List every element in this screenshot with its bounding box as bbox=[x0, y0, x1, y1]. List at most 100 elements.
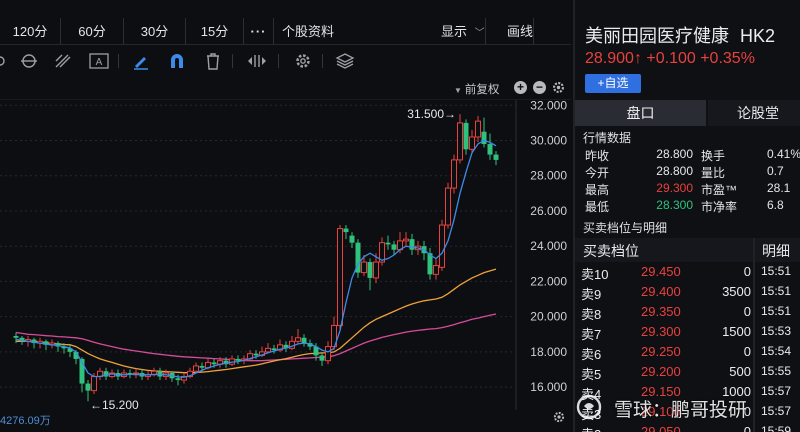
max-price-label: 31.500→ bbox=[407, 107, 456, 121]
tab-120min[interactable]: 120分 bbox=[0, 17, 61, 45]
chart-subbar: ▼ 前复权 + − bbox=[0, 76, 571, 100]
text-tool-icon[interactable]: A bbox=[88, 51, 110, 71]
more-periods-button[interactable]: ··· bbox=[244, 17, 274, 45]
y-tick-label: 24.000 bbox=[530, 239, 567, 253]
trade-time: 15:51 bbox=[761, 284, 792, 298]
y-tick-label: 30.000 bbox=[530, 134, 567, 148]
level-price: 29.250 bbox=[641, 344, 681, 359]
candle-body bbox=[493, 154, 499, 160]
orderbook-divider bbox=[753, 238, 755, 432]
tab-30min[interactable]: 30分 bbox=[124, 17, 186, 45]
period-tab-bar: 120分 60分 30分 15分 ··· 个股资料 显示 ﹀ 画线 bbox=[0, 17, 571, 45]
kline-chart[interactable]: 32.000 30.000 28.000 26.000 24.000 22.000 20.0… bbox=[0, 100, 571, 410]
level-volume: 3500 bbox=[722, 284, 751, 299]
candle-body bbox=[487, 144, 493, 155]
candle-body bbox=[343, 228, 349, 233]
stat-label: 市盈™ bbox=[701, 183, 738, 197]
level-label: 卖5 bbox=[581, 367, 602, 382]
min-price-label: ←15.200 bbox=[90, 398, 139, 410]
orderbook-section-title: 买卖档位与明细 bbox=[583, 221, 668, 235]
candle-body bbox=[193, 365, 199, 372]
level-label: 卖9 bbox=[581, 287, 602, 302]
trade-time: 15:55 bbox=[761, 364, 792, 378]
layers-icon[interactable] bbox=[334, 51, 356, 71]
candle-body bbox=[367, 262, 373, 278]
stat-label: 最高 bbox=[585, 183, 610, 197]
trade-time: 15:51 bbox=[761, 264, 792, 278]
candle-body bbox=[85, 383, 91, 391]
display-label: 显示 bbox=[441, 24, 468, 39]
toolbar-divider bbox=[232, 54, 233, 68]
quote-panel: 美丽田园医疗健康 HK2 28.900↑ +0.100 +0.35% +自选 盘… bbox=[573, 0, 800, 432]
tab-stock-profile[interactable]: 个股资料 bbox=[274, 18, 342, 45]
stat-value: 28.300 bbox=[656, 198, 693, 212]
candle-body bbox=[457, 122, 463, 161]
expand-tool-icon[interactable] bbox=[246, 51, 268, 71]
level-price: 29.300 bbox=[641, 324, 681, 339]
stock-name: 美丽田园医疗健康 bbox=[585, 26, 729, 46]
orderbook-row: 卖10 29.450 0 15:51 bbox=[575, 262, 800, 282]
level-volume: 0 bbox=[743, 264, 751, 279]
candle-body bbox=[211, 362, 217, 365]
volume-settings-gear-icon[interactable] bbox=[552, 410, 566, 424]
level-price: 29.450 bbox=[641, 264, 681, 279]
pen-tool-icon[interactable] bbox=[130, 51, 152, 71]
toolbar-divider bbox=[322, 54, 323, 68]
fork-tool-icon[interactable] bbox=[52, 51, 74, 71]
orderbook-row: 卖7 29.300 1500 15:53 bbox=[575, 322, 800, 342]
magnet-tool-icon[interactable] bbox=[166, 51, 188, 71]
candle-body bbox=[409, 239, 415, 250]
candle-body bbox=[385, 242, 391, 245]
add-watchlist-button[interactable]: +自选 bbox=[585, 74, 641, 93]
candle-body bbox=[469, 136, 475, 150]
orderbook-row: 卖2 29.050 0 15:59 bbox=[575, 422, 800, 432]
quote-tabs: 盘口 论股堂 bbox=[575, 100, 800, 126]
stat-value: 28.800 bbox=[656, 164, 693, 178]
stat-value: 28.800 bbox=[656, 147, 693, 161]
stock-title: 美丽田园医疗健康 HK2 bbox=[585, 22, 775, 48]
level-label: 卖6 bbox=[581, 347, 602, 362]
zoom-in-icon[interactable]: + bbox=[514, 81, 527, 94]
tab-discussion[interactable]: 论股堂 bbox=[708, 100, 800, 126]
candle-body bbox=[295, 337, 301, 342]
price-change: 28.900↑ +0.100 +0.35% bbox=[585, 50, 755, 67]
tab-15min[interactable]: 15分 bbox=[186, 17, 244, 45]
node-tool-icon[interactable] bbox=[0, 51, 16, 71]
tab-orderbook[interactable]: 盘口 bbox=[575, 100, 706, 126]
zoom-out-icon[interactable]: − bbox=[533, 81, 546, 94]
chart-settings-gear-icon[interactable] bbox=[551, 80, 566, 95]
trade-time: 15:57 bbox=[761, 384, 792, 398]
trade-detail-label: 明细 bbox=[762, 243, 790, 259]
cycle-tool-icon[interactable] bbox=[18, 51, 40, 71]
market-stats: 昨收 28.800 换手 0.41% 今开 28.800 量比 0.7 最高 29.300 市盈™ 2… bbox=[575, 146, 800, 214]
candle-body bbox=[319, 355, 325, 361]
watermark-text: 雪球：鹏哥投研 bbox=[614, 400, 748, 421]
candle-body bbox=[265, 347, 271, 353]
y-tick-label: 22.000 bbox=[530, 274, 567, 288]
display-menu[interactable]: 显示 ﹀ bbox=[441, 18, 486, 45]
candle-body bbox=[463, 122, 469, 150]
level-price: 29.350 bbox=[641, 304, 681, 319]
stat-value: 6.8 bbox=[767, 198, 784, 212]
stat-value: 0.7 bbox=[767, 164, 784, 178]
y-tick-label: 16.000 bbox=[530, 380, 567, 394]
trash-icon[interactable] bbox=[202, 51, 224, 71]
trade-time: 15:51 bbox=[761, 304, 792, 318]
draw-menu[interactable]: 画线 bbox=[507, 18, 535, 45]
gear-icon[interactable] bbox=[292, 51, 314, 71]
level-label: 卖2 bbox=[581, 424, 601, 432]
candle-body bbox=[235, 358, 241, 361]
tab-60min[interactable]: 60分 bbox=[61, 17, 124, 45]
stat-value: 0.41% bbox=[767, 147, 800, 161]
candle-body bbox=[175, 378, 181, 381]
adjust-mode-dropdown[interactable]: ▼ 前复权 bbox=[454, 81, 499, 97]
toolbar-divider bbox=[278, 54, 279, 68]
chevron-down-icon: ▼ bbox=[454, 86, 462, 95]
market-data-title: 行情数据 bbox=[583, 131, 632, 145]
stat-value: 29.300 bbox=[656, 181, 693, 195]
orderbook-row: 卖5 29.200 500 15:55 bbox=[575, 362, 800, 382]
candle-body bbox=[199, 365, 205, 368]
candle-body bbox=[403, 238, 409, 242]
chart-panel: 120分 60分 30分 15分 ··· 个股资料 显示 ﹀ 画线 A ▼ 前复权… bbox=[0, 0, 571, 432]
stat-label: 今开 bbox=[585, 166, 610, 180]
